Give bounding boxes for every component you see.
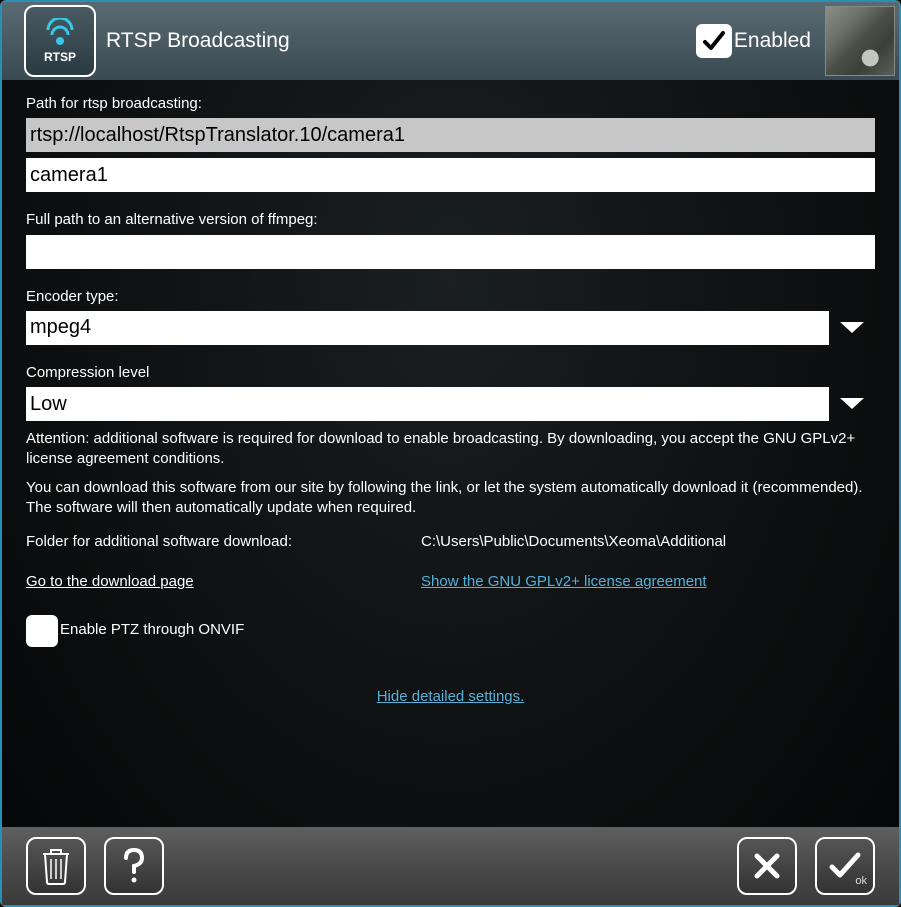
compression-label: Compression level — [26, 363, 875, 383]
camera-name-input[interactable] — [26, 158, 875, 192]
chevron-down-icon[interactable] — [829, 311, 875, 345]
help-button[interactable] — [104, 837, 164, 895]
dialog-header: RTSP RTSP Broadcasting Enabled — [2, 2, 899, 80]
ptz-checkbox[interactable] — [26, 615, 58, 647]
rtsp-icon: RTSP — [24, 5, 96, 77]
attention-text-2: You can download this software from our … — [26, 478, 875, 519]
path-label: Path for rtsp broadcasting: — [26, 94, 875, 114]
encoder-label: Encoder type: — [26, 287, 875, 307]
download-page-link[interactable]: Go to the download page — [26, 573, 194, 590]
folder-value: C:\Users\Public\Documents\Xeoma\Addition… — [421, 532, 875, 552]
attention-text-1: Attention: additional software is requir… — [26, 429, 875, 470]
enabled-toggle[interactable]: Enabled — [696, 24, 811, 58]
dialog-window: RTSP RTSP Broadcasting Enabled Path for … — [0, 0, 901, 907]
cancel-button[interactable] — [737, 837, 797, 895]
ok-label: ok — [855, 875, 867, 887]
compression-select[interactable]: Low — [26, 387, 875, 421]
ptz-checkbox-row[interactable]: Enable PTZ through ONVIF — [26, 615, 875, 647]
chevron-down-icon[interactable] — [829, 387, 875, 421]
dialog-footer: ok — [2, 827, 899, 905]
question-icon — [119, 846, 149, 886]
license-agreement-link[interactable]: Show the GNU GPLv2+ license agreement — [421, 573, 707, 590]
trash-icon — [39, 846, 73, 886]
ok-button[interactable]: ok — [815, 837, 875, 895]
encoder-value: mpeg4 — [26, 311, 829, 345]
ffmpeg-path-input[interactable] — [26, 235, 875, 269]
close-icon — [751, 850, 783, 882]
enabled-label: Enabled — [734, 29, 811, 53]
encoder-select[interactable]: mpeg4 — [26, 311, 875, 345]
dialog-title: RTSP Broadcasting — [106, 29, 696, 53]
camera-preview-thumbnail — [825, 6, 895, 76]
enabled-checkbox[interactable] — [696, 24, 732, 58]
compression-value: Low — [26, 387, 829, 421]
rtsp-path-input[interactable] — [26, 118, 875, 152]
hide-detailed-settings-link[interactable]: Hide detailed settings. — [377, 688, 525, 705]
ptz-label: Enable PTZ through ONVIF — [60, 620, 244, 640]
folder-label: Folder for additional software download: — [26, 532, 421, 552]
rtsp-icon-label: RTSP — [44, 50, 76, 64]
dialog-content: Path for rtsp broadcasting: Full path to… — [2, 80, 899, 827]
delete-button[interactable] — [26, 837, 86, 895]
ffmpeg-label: Full path to an alternative version of f… — [26, 210, 875, 230]
